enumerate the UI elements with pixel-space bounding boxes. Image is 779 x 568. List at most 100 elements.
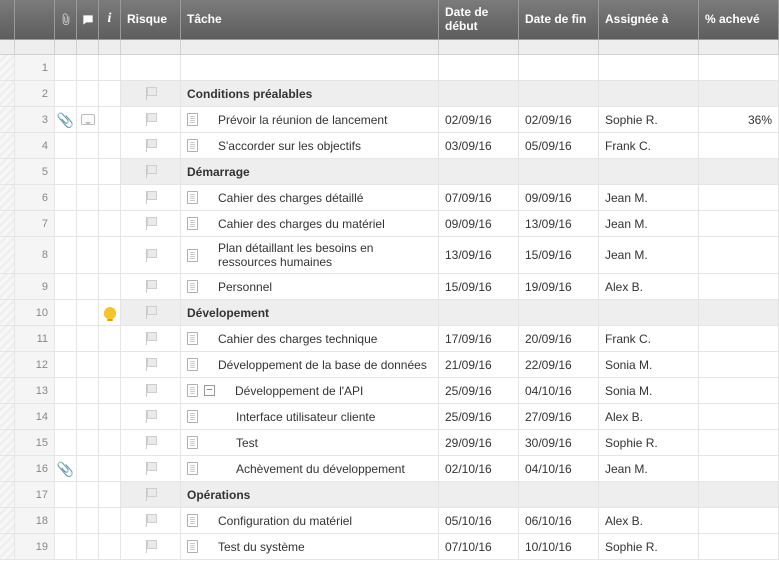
cell-task[interactable]: S'accorder sur les objectifs — [181, 133, 439, 159]
cell-start[interactable]: 29/09/16 — [439, 430, 519, 456]
cell-risk[interactable] — [121, 482, 181, 508]
cell-assignee[interactable] — [599, 81, 699, 107]
cell-pct[interactable] — [699, 326, 779, 352]
cell-risk[interactable] — [121, 300, 181, 326]
cell-task[interactable]: Opérations — [181, 482, 439, 508]
cell-end[interactable]: 22/09/16 — [519, 352, 599, 378]
cell-start[interactable]: 02/10/16 — [439, 456, 519, 482]
cell-comment[interactable] — [77, 430, 99, 456]
cell-end[interactable]: 15/09/16 — [519, 237, 599, 274]
cell-risk[interactable] — [121, 159, 181, 185]
cell-assignee[interactable]: Sophie R. — [599, 107, 699, 133]
cell-comment[interactable] — [77, 185, 99, 211]
collapse-toggle[interactable]: − — [204, 385, 215, 396]
cell-risk[interactable] — [121, 237, 181, 274]
cell-info[interactable] — [99, 352, 121, 378]
cell-attachment[interactable]: 📎 — [55, 107, 77, 133]
cell-task[interactable]: Achèvement du développement — [181, 456, 439, 482]
cell-attachment[interactable] — [55, 404, 77, 430]
cell-start[interactable]: 17/09/16 — [439, 326, 519, 352]
cell-start[interactable]: 03/09/16 — [439, 133, 519, 159]
cell-task[interactable]: −Développement de l'API — [181, 378, 439, 404]
cell-comment[interactable] — [77, 55, 99, 81]
cell-comment[interactable] — [77, 211, 99, 237]
cell-pct[interactable] — [699, 133, 779, 159]
cell-end[interactable]: 02/09/16 — [519, 107, 599, 133]
row-number[interactable]: 7 — [15, 211, 55, 237]
cell-start[interactable]: 09/09/16 — [439, 211, 519, 237]
cell-attachment[interactable] — [55, 274, 77, 300]
cell-comment[interactable] — [77, 456, 99, 482]
cell-comment[interactable] — [77, 404, 99, 430]
cell-end[interactable]: 30/09/16 — [519, 430, 599, 456]
cell-start[interactable] — [439, 159, 519, 185]
cell-info[interactable] — [99, 430, 121, 456]
cell-task[interactable]: Cahier des charges du matériel — [181, 211, 439, 237]
cell-end[interactable]: 05/09/16 — [519, 133, 599, 159]
cell-info[interactable] — [99, 508, 121, 534]
row-number[interactable]: 15 — [15, 430, 55, 456]
row-number[interactable]: 10 — [15, 300, 55, 326]
cell-comment[interactable] — [77, 300, 99, 326]
cell-assignee[interactable]: Sophie R. — [599, 430, 699, 456]
cell-task[interactable]: Test du système — [181, 534, 439, 560]
cell-risk[interactable] — [121, 211, 181, 237]
cell-comment[interactable] — [77, 81, 99, 107]
cell-end[interactable] — [519, 300, 599, 326]
cell-comment[interactable] — [77, 482, 99, 508]
cell-assignee[interactable]: Jean M. — [599, 185, 699, 211]
cell-attachment[interactable] — [55, 508, 77, 534]
cell-assignee[interactable]: Sonia M. — [599, 378, 699, 404]
cell-task[interactable]: Personnel — [181, 274, 439, 300]
row-number[interactable]: 11 — [15, 326, 55, 352]
cell-start[interactable]: 07/10/16 — [439, 534, 519, 560]
cell-risk[interactable] — [121, 133, 181, 159]
cell-assignee[interactable]: Frank C. — [599, 133, 699, 159]
cell-attachment[interactable] — [55, 185, 77, 211]
cell-assignee[interactable]: Alex B. — [599, 274, 699, 300]
cell-pct[interactable] — [699, 534, 779, 560]
cell-risk[interactable] — [121, 185, 181, 211]
cell-risk[interactable] — [121, 55, 181, 81]
cell-start[interactable] — [439, 300, 519, 326]
cell-info[interactable] — [99, 55, 121, 81]
cell-risk[interactable] — [121, 81, 181, 107]
cell-start[interactable]: 02/09/16 — [439, 107, 519, 133]
cell-assignee[interactable] — [599, 300, 699, 326]
cell-attachment[interactable] — [55, 237, 77, 274]
cell-comment[interactable] — [77, 352, 99, 378]
cell-assignee[interactable]: Jean M. — [599, 211, 699, 237]
cell-pct[interactable] — [699, 482, 779, 508]
cell-risk[interactable] — [121, 107, 181, 133]
cell-comment[interactable] — [77, 508, 99, 534]
cell-attachment[interactable] — [55, 211, 77, 237]
cell-risk[interactable] — [121, 404, 181, 430]
cell-info[interactable] — [99, 211, 121, 237]
cell-end[interactable]: 10/10/16 — [519, 534, 599, 560]
cell-start[interactable]: 21/09/16 — [439, 352, 519, 378]
cell-start[interactable] — [439, 81, 519, 107]
cell-task[interactable] — [181, 55, 439, 81]
cell-end[interactable]: 19/09/16 — [519, 274, 599, 300]
cell-pct[interactable] — [699, 508, 779, 534]
row-number[interactable]: 14 — [15, 404, 55, 430]
cell-task[interactable]: Plan détaillant les besoins en ressource… — [181, 237, 439, 274]
cell-pct[interactable] — [699, 274, 779, 300]
cell-info[interactable] — [99, 107, 121, 133]
row-number[interactable]: 1 — [15, 55, 55, 81]
cell-comment[interactable] — [77, 159, 99, 185]
row-number[interactable]: 3 — [15, 107, 55, 133]
cell-comment[interactable] — [77, 237, 99, 274]
row-number[interactable]: 2 — [15, 81, 55, 107]
cell-task[interactable]: Configuration du matériel — [181, 508, 439, 534]
cell-info[interactable] — [99, 378, 121, 404]
cell-start[interactable]: 25/09/16 — [439, 378, 519, 404]
cell-attachment[interactable]: 📎 — [55, 456, 77, 482]
cell-pct[interactable] — [699, 81, 779, 107]
cell-risk[interactable] — [121, 508, 181, 534]
cell-info[interactable] — [99, 456, 121, 482]
row-number[interactable]: 19 — [15, 534, 55, 560]
row-number[interactable]: 17 — [15, 482, 55, 508]
cell-risk[interactable] — [121, 534, 181, 560]
cell-comment[interactable] — [77, 133, 99, 159]
